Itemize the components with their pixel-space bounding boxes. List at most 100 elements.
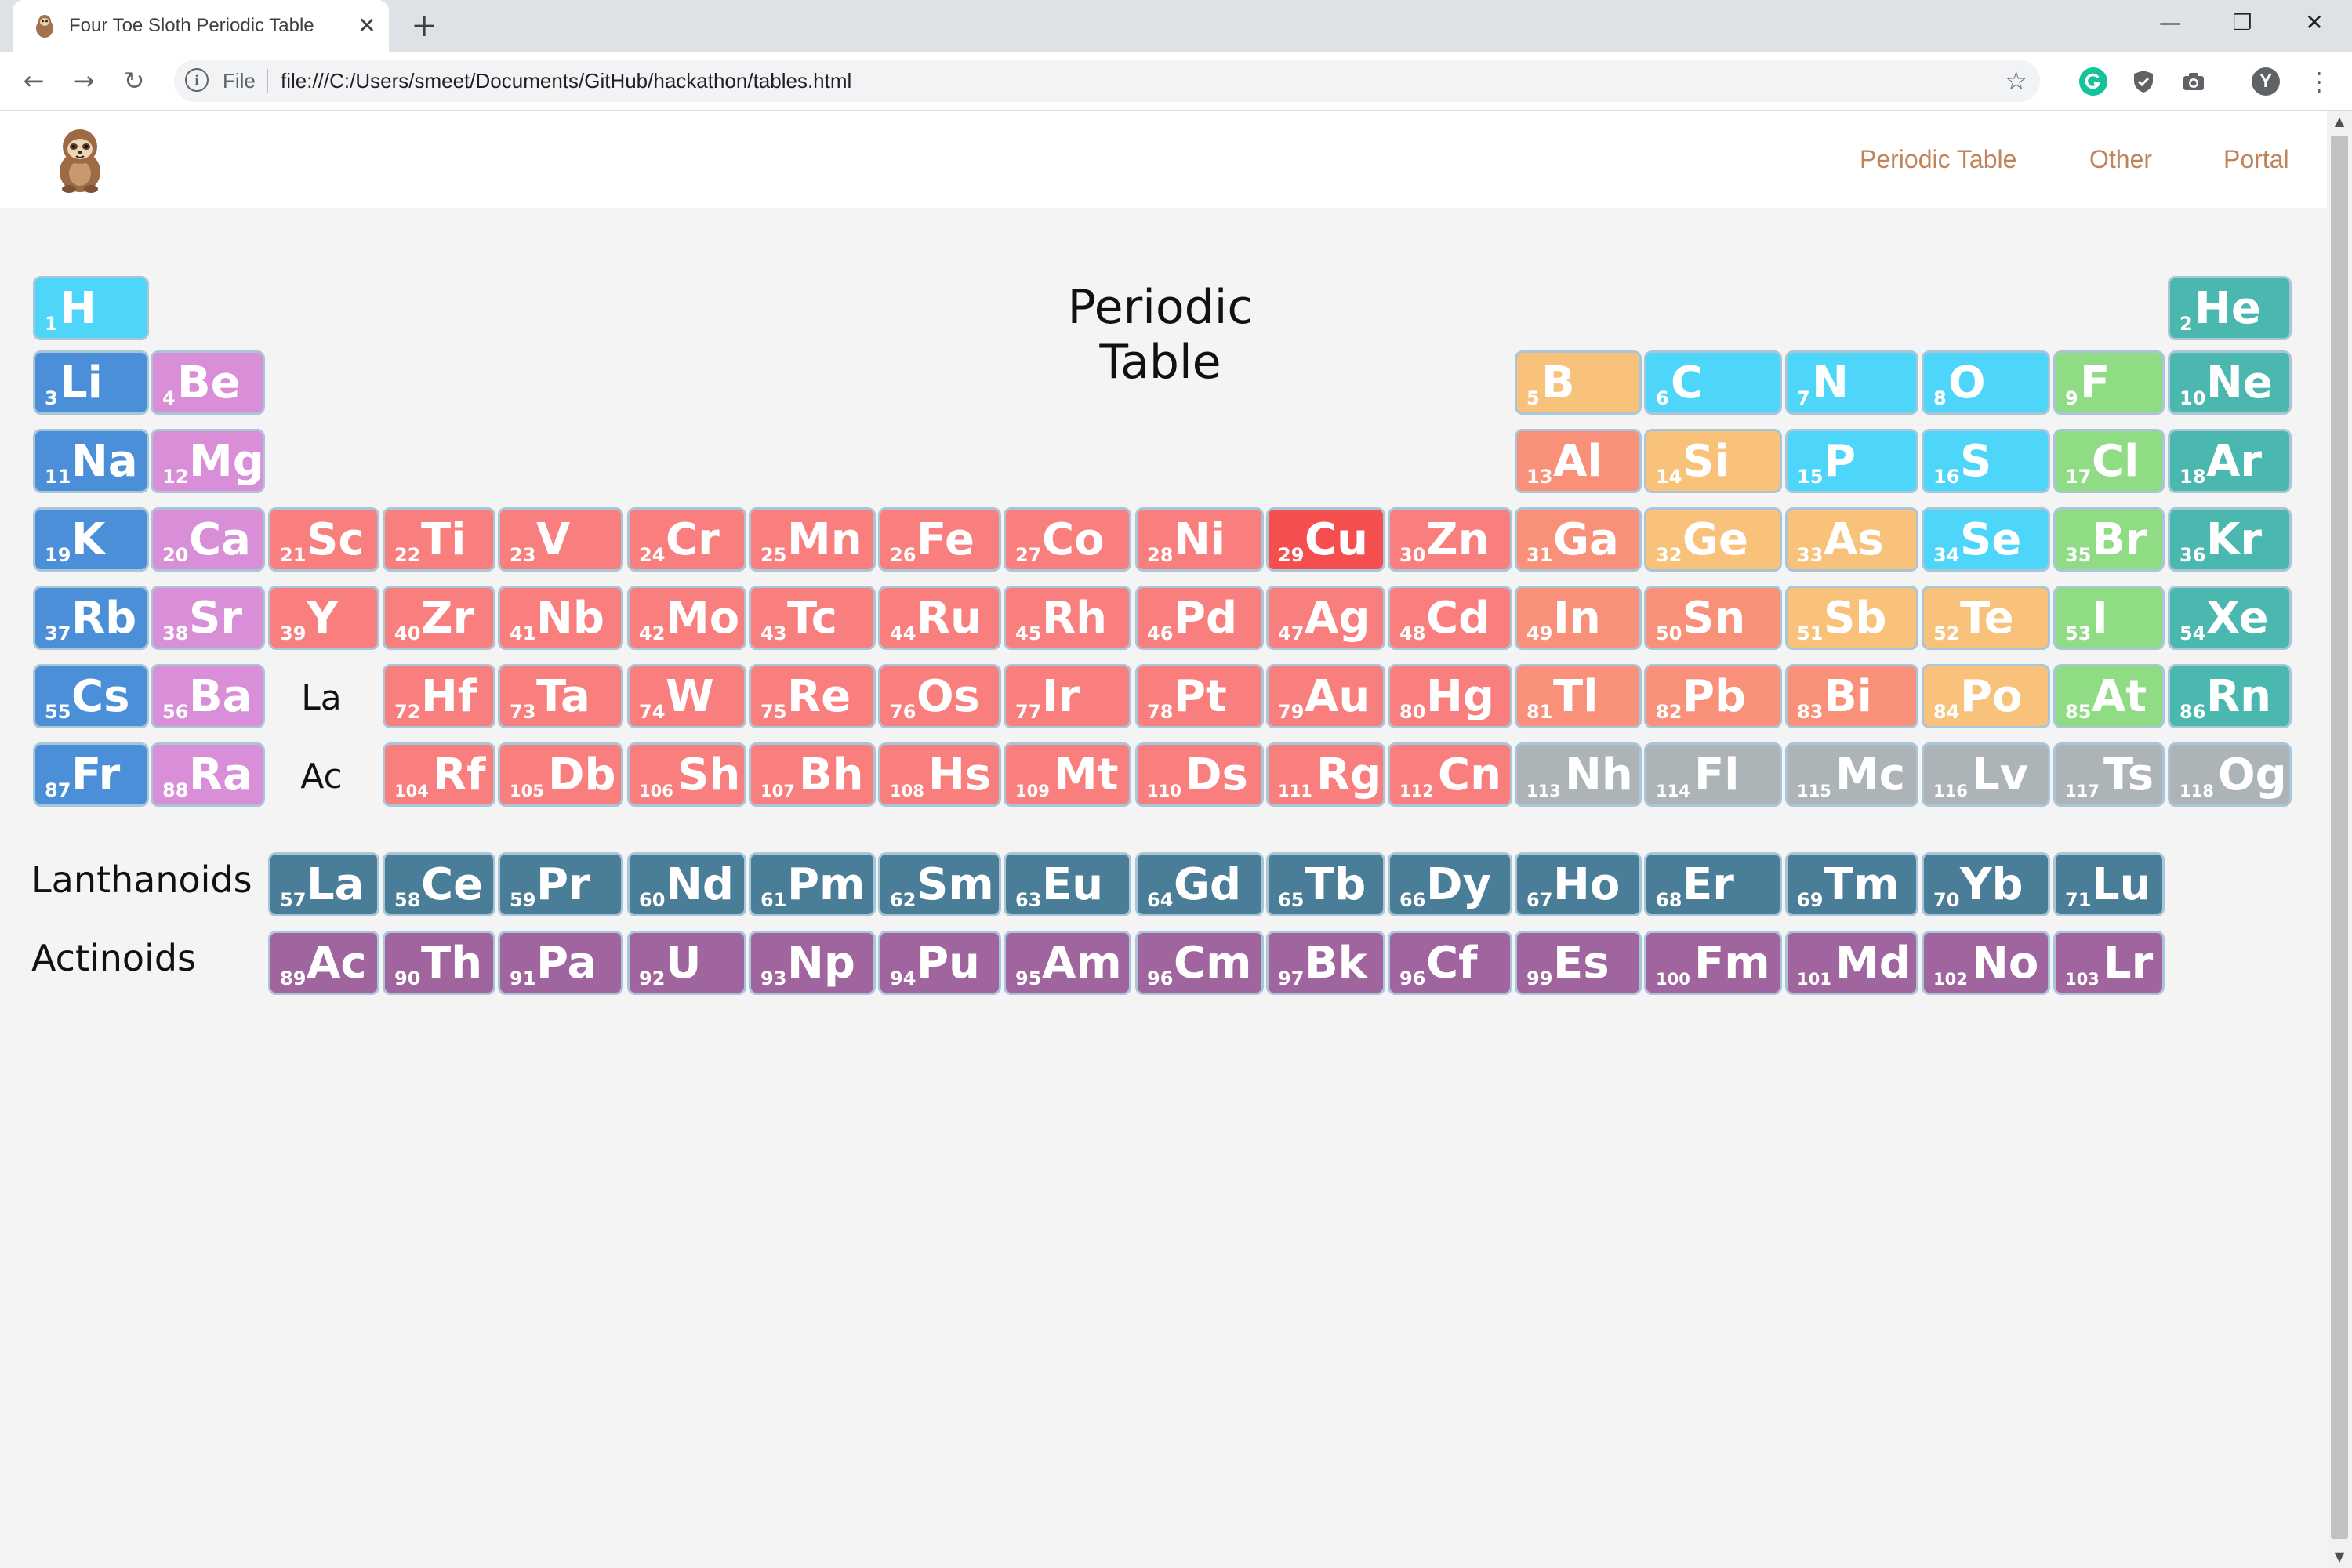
element-cell-sb[interactable]: 51 Sb	[1785, 586, 1918, 650]
element-cell-po[interactable]: 84 Po	[1922, 664, 2050, 728]
element-cell-bi[interactable]: 83 Bi	[1785, 664, 1918, 728]
close-window-button[interactable]: ✕	[2278, 0, 2350, 45]
vertical-scrollbar[interactable]: ▲ ▼	[2327, 111, 2352, 1568]
element-cell-hg[interactable]: 80 Hg	[1388, 664, 1512, 728]
element-cell-rb[interactable]: 37 Rb	[33, 586, 149, 650]
element-cell-ru[interactable]: 44 Ru	[878, 586, 1001, 650]
element-cell-nh[interactable]: 113 Nh	[1515, 742, 1642, 807]
element-cell-w[interactable]: 74 W	[627, 664, 746, 728]
element-cell-fl[interactable]: 114 Fl	[1644, 742, 1782, 807]
element-cell-tc[interactable]: 43 Tc	[749, 586, 876, 650]
element-cell-tm[interactable]: 69 Tm	[1785, 852, 1918, 916]
element-cell-md[interactable]: 101 Md	[1785, 931, 1918, 995]
element-cell-as[interactable]: 33 As	[1785, 507, 1918, 572]
element-cell-s[interactable]: 16 S	[1922, 429, 2050, 493]
element-cell-br[interactable]: 35 Br	[2053, 507, 2165, 572]
element-cell-dy[interactable]: 66 Dy	[1388, 852, 1512, 916]
element-cell-og[interactable]: 118 Og	[2168, 742, 2292, 807]
grammarly-extension-icon[interactable]	[2079, 67, 2107, 96]
element-cell-k[interactable]: 19 K	[33, 507, 149, 572]
element-cell-pa[interactable]: 91 Pa	[498, 931, 623, 995]
element-cell-rn[interactable]: 86 Rn	[2168, 664, 2292, 728]
element-cell-ho[interactable]: 67 Ho	[1515, 852, 1642, 916]
element-cell-ca[interactable]: 20 Ca	[151, 507, 265, 572]
element-cell-mo[interactable]: 42 Mo	[627, 586, 746, 650]
info-icon[interactable]: i	[185, 68, 209, 92]
element-cell-np[interactable]: 93 Np	[749, 931, 876, 995]
element-cell-rf[interactable]: 104 Rf	[383, 742, 495, 807]
element-cell-o[interactable]: 8O	[1922, 350, 2050, 415]
nav-portal[interactable]: Portal	[2223, 111, 2289, 208]
element-cell-nd[interactable]: 60 Nd	[627, 852, 746, 916]
nav-other[interactable]: Other	[2089, 111, 2152, 208]
element-cell-b[interactable]: 5B	[1515, 350, 1642, 415]
element-cell-f[interactable]: 9F	[2053, 350, 2165, 415]
element-cell-zr[interactable]: 40 Zr	[383, 586, 495, 650]
element-cell-lr[interactable]: 103 Lr	[2053, 931, 2165, 995]
back-button[interactable]: ←	[16, 63, 52, 99]
element-cell-ce[interactable]: 58 Ce	[383, 852, 495, 916]
element-cell-pm[interactable]: 61 Pm	[749, 852, 876, 916]
element-cell-ni[interactable]: 28 Ni	[1135, 507, 1264, 572]
element-cell-ba[interactable]: 56 Ba	[151, 664, 265, 728]
element-cell-rh[interactable]: 45 Rh	[1004, 586, 1131, 650]
element-cell-p[interactable]: 15 P	[1785, 429, 1918, 493]
element-cell-ra[interactable]: 88 Ra	[151, 742, 265, 807]
minimize-button[interactable]: —	[2134, 0, 2206, 45]
element-cell-mn[interactable]: 25 Mn	[749, 507, 876, 572]
element-cell-bh[interactable]: 107 Bh	[749, 742, 876, 807]
element-cell-sn[interactable]: 50 Sn	[1644, 586, 1782, 650]
element-cell-u[interactable]: 92 U	[627, 931, 746, 995]
element-cell-cr[interactable]: 24 Cr	[627, 507, 746, 572]
element-cell-pb[interactable]: 82 Pb	[1644, 664, 1782, 728]
element-cell-yb[interactable]: 70 Yb	[1922, 852, 2050, 916]
element-cell-mt[interactable]: 109 Mt	[1004, 742, 1131, 807]
element-cell-ts[interactable]: 117 Ts	[2053, 742, 2165, 807]
element-cell-zn[interactable]: 30 Zn	[1388, 507, 1512, 572]
element-cell-mg[interactable]: 12 Mg	[151, 429, 265, 493]
url-text[interactable]: file:///C:/Users/smeet/Documents/GitHub/…	[281, 60, 851, 102]
restore-button[interactable]: ❐	[2206, 0, 2278, 45]
element-cell-at[interactable]: 85 At	[2053, 664, 2165, 728]
element-cell-re[interactable]: 75 Re	[749, 664, 876, 728]
element-cell-au[interactable]: 79 Au	[1266, 664, 1385, 728]
element-cell-pu[interactable]: 94 Pu	[878, 931, 1001, 995]
shield-extension-icon[interactable]	[2129, 67, 2158, 96]
element-cell-tl[interactable]: 81 Tl	[1515, 664, 1642, 728]
scroll-thumb[interactable]	[2331, 136, 2348, 1539]
element-cell-cs[interactable]: 55 Cs	[33, 664, 149, 728]
element-cell-kr[interactable]: 36 Kr	[2168, 507, 2292, 572]
element-cell-ac[interactable]: 89 Ac	[268, 931, 379, 995]
element-cell-n[interactable]: 7N	[1785, 350, 1918, 415]
element-cell-fr[interactable]: 87 Fr	[33, 742, 149, 807]
element-cell-na[interactable]: 11 Na	[33, 429, 149, 493]
element-cell-hf[interactable]: 72 Hf	[383, 664, 495, 728]
scroll-down-arrow-icon[interactable]: ▼	[2327, 1546, 2352, 1568]
new-tab-button[interactable]: +	[406, 8, 442, 44]
tab-close-icon[interactable]: ✕	[351, 10, 383, 42]
element-cell-i[interactable]: 53 I	[2053, 586, 2165, 650]
element-cell-la[interactable]: 57 La	[268, 852, 379, 916]
element-cell-pd[interactable]: 46 Pd	[1135, 586, 1264, 650]
element-cell-lu[interactable]: 71 Lu	[2053, 852, 2165, 916]
element-cell-nb[interactable]: 41 Nb	[498, 586, 623, 650]
element-cell-ge[interactable]: 32 Ge	[1644, 507, 1782, 572]
element-cell-am[interactable]: 95 Am	[1004, 931, 1131, 995]
element-cell-y[interactable]: 39 Y	[268, 586, 379, 650]
element-cell-db[interactable]: 105 Db	[498, 742, 623, 807]
address-bar[interactable]: i File file:///C:/Users/smeet/Documents/…	[174, 60, 2040, 102]
bookmark-star-icon[interactable]: ☆	[2005, 60, 2027, 102]
element-cell-th[interactable]: 90 Th	[383, 931, 495, 995]
element-cell-ne[interactable]: 10 Ne	[2168, 350, 2292, 415]
element-cell-be[interactable]: 4 Be	[151, 350, 265, 415]
element-cell-ds[interactable]: 110 Ds	[1135, 742, 1264, 807]
element-cell-he[interactable]: 2 He	[2168, 276, 2292, 340]
element-cell-cd[interactable]: 48 Cd	[1388, 586, 1512, 650]
element-cell-li[interactable]: 3 Li	[33, 350, 149, 415]
profile-avatar[interactable]: Y	[2252, 67, 2280, 96]
element-cell-ga[interactable]: 31 Ga	[1515, 507, 1642, 572]
sloth-logo-icon[interactable]	[52, 125, 108, 194]
element-cell-no[interactable]: 102 No	[1922, 931, 2050, 995]
element-cell-cm[interactable]: 96 Cm	[1135, 931, 1264, 995]
element-cell-ag[interactable]: 47 Ag	[1266, 586, 1385, 650]
